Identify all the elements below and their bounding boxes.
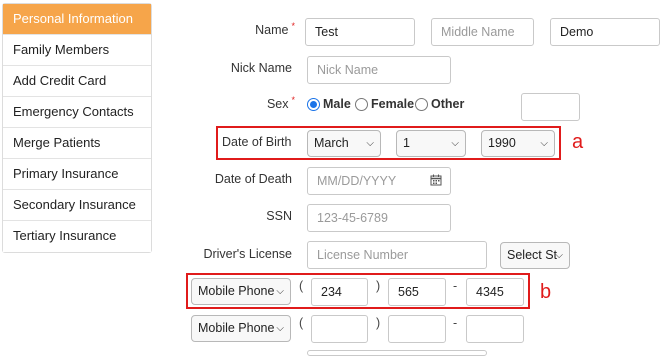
chevron-down-icon: ⌵ <box>366 138 374 149</box>
dob-month-value: March <box>314 136 349 150</box>
phone1-type-value: Mobile Phone <box>198 284 275 298</box>
license-state-value: Select St <box>507 248 558 262</box>
dod-placeholder: MM/DD/YYYY <box>317 174 397 188</box>
dob-label: Date of Birth <box>222 135 292 149</box>
dod-label: Date of Death <box>214 172 292 186</box>
sex-radio-male[interactable]: Male <box>307 97 351 111</box>
dob-day-select[interactable]: 1 ⌵ <box>396 130 466 157</box>
radio-label-female: Female <box>371 97 415 111</box>
sex-radio-other[interactable]: Other <box>415 97 464 111</box>
middle-name-input[interactable]: Middle Name <box>431 18 534 46</box>
radio-label-male: Male <box>323 97 351 111</box>
phone1-line-input[interactable]: 4345 <box>466 278 524 306</box>
sex-label-text: Sex <box>266 97 289 111</box>
sidebar-item-personal-information[interactable]: Personal Information <box>3 4 151 35</box>
phone2-type-select[interactable]: Mobile Phone ⌵ <box>191 315 291 342</box>
ssn-input[interactable]: 123-45-6789 <box>307 204 451 232</box>
sex-label: Sex * <box>200 95 295 111</box>
radio-unselected-icon[interactable] <box>355 97 368 111</box>
phone1-area-input[interactable]: 234 <box>311 278 368 306</box>
license-state-select[interactable]: Select St ⌵ <box>500 242 570 269</box>
sidebar-nav: Personal Information Family Members Add … <box>2 3 152 253</box>
name-label: Name * <box>200 21 295 37</box>
phone2-line-input[interactable] <box>466 315 524 343</box>
annotation-label-a: a <box>572 131 584 153</box>
sidebar-item-secondary-insurance[interactable]: Secondary Insurance <box>3 190 151 221</box>
phone1-type-select[interactable]: Mobile Phone ⌵ <box>191 278 291 305</box>
open-paren: ( <box>299 279 304 293</box>
radio-selected-icon[interactable] <box>307 97 320 111</box>
radio-unselected-icon[interactable] <box>415 97 428 111</box>
sidebar-item-tertiary-insurance[interactable]: Tertiary Insurance <box>3 221 151 252</box>
nickname-input[interactable]: Nick Name <box>307 56 451 84</box>
license-number-input[interactable]: License Number <box>307 241 487 269</box>
phone1-prefix-input[interactable]: 565 <box>388 278 446 306</box>
name-label-text: Name <box>255 23 289 37</box>
sidebar-item-emergency-contacts[interactable]: Emergency Contacts <box>3 97 151 128</box>
calendar-icon[interactable] <box>430 174 442 186</box>
dob-day-value: 1 <box>403 136 410 150</box>
sidebar-item-family-members[interactable]: Family Members <box>3 35 151 66</box>
phone2-type-value: Mobile Phone <box>198 321 275 335</box>
last-name-input[interactable]: Demo <box>550 18 660 46</box>
chevron-down-icon: ⌵ <box>276 286 284 297</box>
annotation-label-b: b <box>540 281 552 303</box>
dob-year-select[interactable]: 1990 ⌵ <box>481 130 555 157</box>
dod-input[interactable]: MM/DD/YYYY <box>307 167 451 195</box>
chevron-down-icon: ⌵ <box>276 323 284 334</box>
first-name-input[interactable]: Test <box>305 18 415 46</box>
dob-year-value: 1990 <box>488 136 516 150</box>
chevron-down-icon: ⌵ <box>451 138 459 149</box>
license-label: Driver's License <box>203 247 292 261</box>
phone2-prefix-input[interactable] <box>388 315 446 343</box>
chevron-down-icon: ⌵ <box>540 138 548 149</box>
sidebar-item-merge-patients[interactable]: Merge Patients <box>3 128 151 159</box>
close-paren: ) <box>376 316 381 330</box>
dob-month-select[interactable]: March ⌵ <box>307 130 381 157</box>
radio-label-other: Other <box>431 97 465 111</box>
dash: - <box>453 279 458 293</box>
close-paren: ) <box>376 279 381 293</box>
sex-radio-female[interactable]: Female <box>355 97 414 111</box>
dash: - <box>453 316 458 330</box>
required-marker: * <box>291 21 295 31</box>
required-marker: * <box>291 95 295 105</box>
nickname-label: Nick Name <box>230 61 292 75</box>
sidebar-item-primary-insurance[interactable]: Primary Insurance <box>3 159 151 190</box>
chevron-down-icon: ⌵ <box>555 250 563 261</box>
ssn-label: SSN <box>266 209 292 223</box>
sidebar-item-add-credit-card[interactable]: Add Credit Card <box>3 66 151 97</box>
next-field-input[interactable] <box>307 350 487 356</box>
open-paren: ( <box>299 316 304 330</box>
sex-extra-input[interactable] <box>521 93 580 121</box>
phone2-area-input[interactable] <box>311 315 368 343</box>
